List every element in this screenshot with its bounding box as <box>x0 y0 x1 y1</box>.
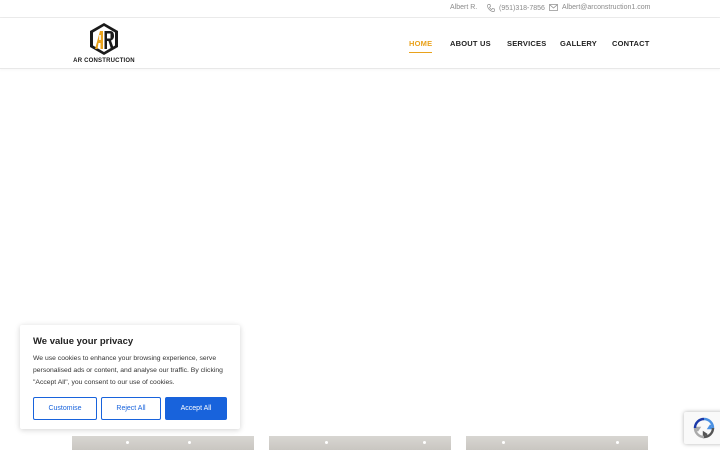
logo-text: AR CONSTRUCTION <box>73 58 135 64</box>
recaptcha-badge[interactable] <box>684 412 720 444</box>
nav-services[interactable]: SERVICES <box>507 39 546 48</box>
ar-hexagon-logo-icon <box>90 23 118 55</box>
accept-all-button[interactable]: Accept All <box>165 397 227 420</box>
phone-number: (951)318-7856 <box>499 4 545 12</box>
cookie-description: We use cookies to enhance your browsing … <box>33 355 223 386</box>
phone-link[interactable]: (951)318-7856 <box>487 4 545 12</box>
nav-contact[interactable]: CONTACT <box>612 39 650 48</box>
recaptcha-icon <box>693 417 715 439</box>
nav-about-us[interactable]: ABOUT US <box>450 39 491 48</box>
gallery-image[interactable] <box>72 436 254 450</box>
gallery-image[interactable] <box>466 436 648 450</box>
envelope-icon <box>549 4 558 11</box>
cookie-title: We value your privacy <box>33 336 134 347</box>
nav-home[interactable]: HOME <box>409 39 433 53</box>
cookie-consent-banner: We value your privacy We use cookies to … <box>20 325 240 429</box>
contact-name: Albert R. <box>450 4 478 11</box>
logo[interactable]: AR CONSTRUCTION <box>72 22 136 66</box>
nav-gallery[interactable]: GALLERY <box>560 39 597 48</box>
reject-all-button[interactable]: Reject All <box>101 397 161 420</box>
phone-icon <box>487 4 495 12</box>
email-link[interactable]: Albert@arconstruction1.com <box>549 4 650 11</box>
top-info-bar: Albert R. (951)318-7856 Albert@arconstru… <box>0 0 720 18</box>
customise-button[interactable]: Customise <box>33 397 97 420</box>
page: Albert R. (951)318-7856 Albert@arconstru… <box>0 0 720 450</box>
site-header: AR CONSTRUCTION HOME ABOUT US SERVICES G… <box>0 18 720 69</box>
email-address: Albert@arconstruction1.com <box>562 4 651 11</box>
gallery-image[interactable] <box>269 436 451 450</box>
